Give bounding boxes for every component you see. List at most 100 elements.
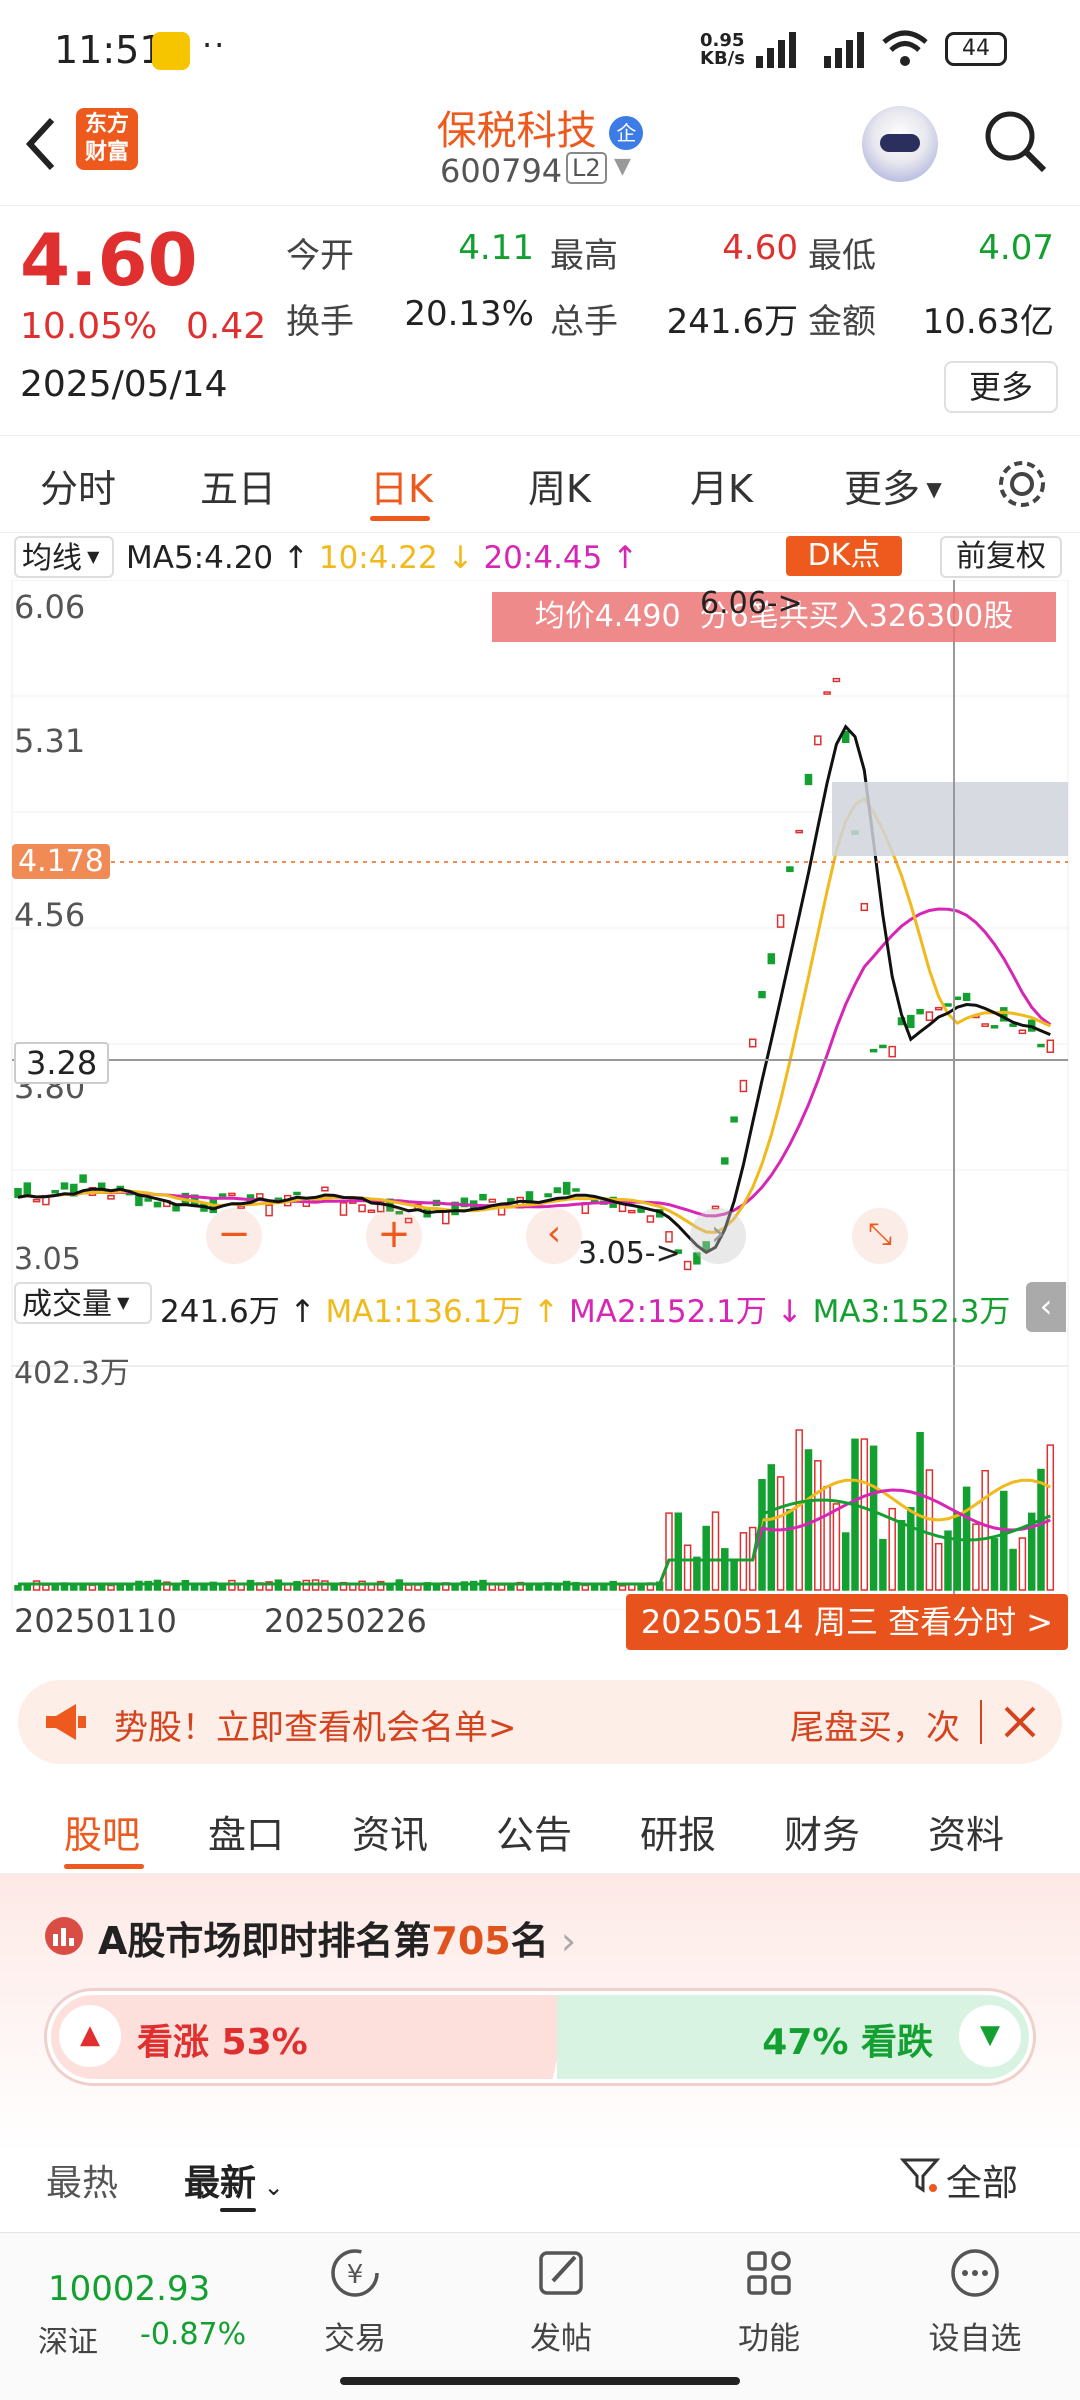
volume-bar	[730, 1559, 738, 1591]
index-value[interactable]: 10002.93	[48, 2269, 210, 2309]
ai-assistant-avatar[interactable]	[862, 106, 938, 182]
zoom-out-button[interactable]: −	[206, 1208, 262, 1264]
volume-bar	[804, 1449, 813, 1591]
info-tabs: 股吧 盘口 资讯 公告 研报 财务 资料	[0, 1782, 1080, 1874]
volume-bar	[786, 1508, 794, 1591]
volume-bar	[321, 1580, 329, 1591]
candle	[795, 829, 803, 834]
index-name[interactable]: 深证	[38, 2317, 98, 2361]
index-change[interactable]: -0.87%	[140, 2317, 246, 2352]
tab-finance[interactable]: 财务	[784, 1804, 860, 1859]
quote-field-value: 4.07	[978, 228, 1054, 268]
nav-post[interactable]: 发帖	[496, 2243, 626, 2358]
tab-more-periods[interactable]: 更多 ▼	[844, 458, 942, 513]
search-icon[interactable]	[980, 106, 1050, 176]
svg-text:¥: ¥	[347, 2260, 364, 2290]
volume-bar	[88, 1584, 97, 1591]
tab-market-depth[interactable]: 盘口	[208, 1804, 284, 1859]
kline-svg[interactable]	[0, 580, 1080, 1610]
tab-announcements[interactable]: 公告	[496, 1804, 572, 1859]
volume-bar	[581, 1584, 590, 1591]
bear-button-icon[interactable]: ▼	[959, 2005, 1021, 2067]
trade-icon: ¥	[331, 2249, 379, 2297]
sort-hot[interactable]: 最热	[46, 2154, 118, 2206]
bull-label[interactable]: 看涨 53%	[137, 2013, 308, 2065]
market-rank[interactable]: A股市场即时排名第705名 ›	[98, 1910, 576, 1965]
volume-bar	[1009, 1548, 1017, 1591]
tab-weekly-k[interactable]: 周K	[528, 458, 591, 513]
candle	[925, 1011, 934, 1021]
candle	[32, 1198, 41, 1203]
y-label-bottom: 3.05	[14, 1242, 81, 1277]
filter-all[interactable]: 全部	[946, 2154, 1018, 2206]
volume-bar	[14, 1585, 22, 1591]
bear-label[interactable]: 47% 看跌	[762, 2013, 933, 2065]
high-annotation: 6.06->	[700, 586, 803, 621]
candle	[218, 1193, 227, 1197]
chevron-down-icon[interactable]: ▼	[614, 154, 631, 179]
volume-selector[interactable]: 成交量 ▼	[14, 1282, 152, 1324]
y-label-2: 5.31	[14, 722, 86, 760]
nav-functions[interactable]: 功能	[704, 2243, 834, 2358]
volume-bar	[897, 1520, 906, 1591]
ma5-value: MA5:4.20	[126, 540, 274, 576]
more-quote-button[interactable]: 更多	[944, 361, 1058, 413]
candle	[153, 1201, 162, 1208]
collapse-panel-button[interactable]: ‹	[1026, 1282, 1066, 1332]
kline-chart-area[interactable]: 均线 ▼ MA5:4.20 ↑ 10:4.22 ↓ 20:4.45 ↑ DK点 …	[0, 530, 1080, 1660]
banner-text-2[interactable]: 尾盘买，次	[790, 1700, 960, 1749]
candle	[646, 1215, 655, 1223]
app-logo[interactable]: 东方 财富	[76, 108, 138, 170]
bull-fill	[51, 1995, 573, 2079]
quote-panel: 4.60 10.05% 0.42 2025/05/14 今开 4.11 最高 4.60…	[0, 205, 1080, 435]
tab-monthly-k[interactable]: 月K	[690, 458, 753, 513]
tab-news[interactable]: 资讯	[352, 1804, 428, 1859]
bull-button-icon[interactable]: ▲	[59, 2005, 121, 2067]
adjust-selector[interactable]: 前复权	[940, 536, 1062, 578]
info-tab-indicator	[64, 1864, 144, 1869]
candle	[934, 1006, 943, 1011]
tab-research[interactable]: 研报	[640, 1804, 716, 1859]
scroll-right-button[interactable]: ›	[690, 1208, 746, 1264]
candle	[1037, 1043, 1045, 1048]
level2-badge[interactable]: L2	[566, 152, 607, 184]
candle	[339, 1202, 348, 1216]
candle	[544, 1193, 552, 1198]
ma-selector[interactable]: 均线 ▼	[14, 536, 114, 578]
tab-forum[interactable]: 股吧	[64, 1804, 140, 1859]
tab-timeshare[interactable]: 分时	[40, 458, 116, 513]
volume-bar	[674, 1512, 683, 1591]
vol-ma3-value: MA3:152.3万	[812, 1294, 1011, 1330]
signal-icon-2	[824, 32, 864, 68]
signal-icon-1	[756, 32, 796, 68]
fullscreen-icon[interactable]: ⤡	[852, 1208, 908, 1264]
close-icon[interactable]	[1000, 1702, 1040, 1742]
stock-code: 600794	[440, 152, 563, 190]
dk-point-button[interactable]: DK点	[786, 536, 902, 576]
sort-indicator	[220, 2208, 256, 2212]
volume-bar	[990, 1538, 999, 1591]
tab-five-day[interactable]: 五日	[200, 458, 276, 513]
zoom-in-button[interactable]: +	[366, 1208, 422, 1264]
tab-daily-k[interactable]: 日K	[370, 458, 433, 513]
back-arrow-icon[interactable]	[20, 114, 60, 174]
volume-bar	[32, 1580, 41, 1591]
volume-bar	[916, 1431, 924, 1591]
filter-icon[interactable]	[900, 2156, 940, 2196]
promo-banner[interactable]: 势股！立即查看机会名单> 尾盘买，次	[18, 1680, 1062, 1764]
date-label-left: 20250110	[14, 1602, 177, 1640]
banner-text[interactable]: 势股！立即查看机会名单>	[114, 1700, 517, 1749]
view-timeshare-button[interactable]: 20250514 周三 查看分时 >	[626, 1594, 1068, 1650]
scroll-left-button[interactable]: ‹	[526, 1208, 582, 1264]
nav-trade[interactable]: ¥ 交易	[290, 2243, 420, 2358]
app-notification-icon	[152, 32, 190, 70]
volume-bar	[600, 1585, 608, 1591]
candle	[79, 1174, 87, 1183]
settings-gear-icon[interactable]	[994, 456, 1050, 512]
volume-bar	[711, 1511, 720, 1591]
date-label-mid: 20250226	[264, 1602, 427, 1640]
tab-profile[interactable]: 资料	[928, 1804, 1004, 1859]
sort-latest[interactable]: 最新 ⌄	[184, 2154, 284, 2206]
volume-max-label: 402.3万	[14, 1356, 130, 1391]
nav-add-watchlist[interactable]: 设自选	[910, 2243, 1040, 2358]
